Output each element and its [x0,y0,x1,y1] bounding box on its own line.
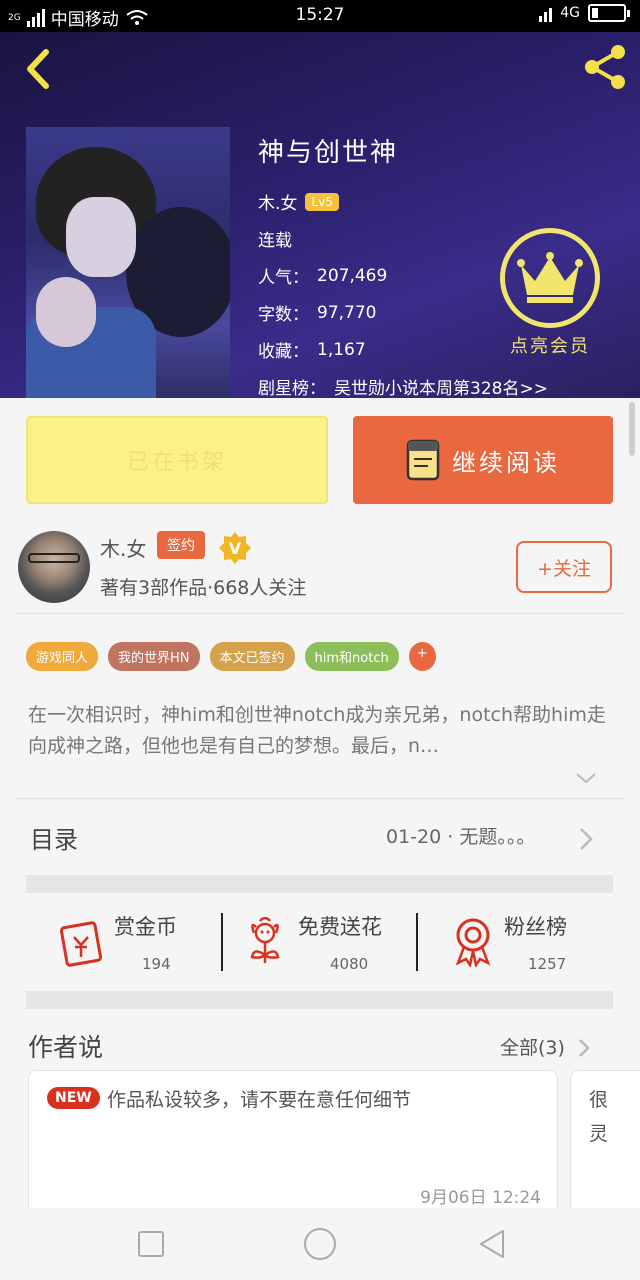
fans-value: 1257 [528,955,567,973]
author-talk-all-link[interactable]: 全部(3) [500,1032,590,1060]
system-nav-bar [0,1208,640,1280]
data-badge: 4G [560,5,580,21]
book-description[interactable]: 在一次相识时，神him和创世神notch成为亲兄弟，notch帮助him走向成神… [28,700,613,762]
popularity-value: 207,469 [317,265,388,286]
rank-label: 剧星榜： [258,379,326,398]
verified-badge-icon: V [219,532,251,564]
tag-1[interactable]: 我的世界HN [108,642,200,671]
book-header: 神与创世神 木.女 Lv5 连载 人气： 207,469 字数： 97,770 收藏：… [0,32,640,398]
toc-label: 目录 [30,826,78,854]
share-icon[interactable] [580,42,630,92]
fan-ranking-button[interactable]: 粉丝榜 1257 [452,905,592,981]
continue-reading-button[interactable]: 继续阅读 [353,416,613,504]
back-icon[interactable] [477,1228,507,1260]
tag-2[interactable]: 本文已签约 [209,642,295,671]
section-gap [26,875,613,893]
medal-icon [455,918,491,967]
tag-list: 游戏同人 我的世界HN 本文已签约 him和notch + [26,642,436,671]
author-name[interactable]: 木.女 [100,533,146,562]
back-arrow-icon[interactable] [18,44,58,94]
next-post-preview: 很灵 [589,1089,609,1145]
send-flower-button[interactable]: 免费送花 4080 [244,905,404,981]
signal-icon-2 [539,4,553,22]
chevron-right-icon [579,1039,590,1057]
words-value: 97,770 [317,302,377,323]
table-of-contents-row[interactable]: 目录 01-20 · 无题。。。 [0,800,640,872]
rank-link[interactable]: 剧星榜： 吴世勋小说本周第328名>> [258,368,548,398]
favorites-value: 1,167 [317,339,366,360]
support-stats: 赏金币 194 免费送花 4080 粉丝榜 1257 [0,893,640,991]
level-badge: Lv5 [305,192,339,211]
tag-more-button[interactable]: + [408,642,436,671]
author-card: 木.女 签约 V 著有3部作品·668人关注 +关注 [0,525,640,613]
all-label: 全部(3) [500,1037,565,1059]
avatar[interactable] [18,531,90,603]
author-talk-heading: 作者说 [28,1033,104,1062]
svg-text:V: V [229,539,242,558]
book-status: 连载 [258,231,292,251]
toc-latest-chapter: 01-20 · 无题。。。 [386,826,536,848]
book-title: 神与创世神 [258,138,399,168]
section-gap [26,991,613,1009]
book-icon [406,439,440,481]
tag-3[interactable]: him和notch [304,642,399,671]
reward-coins-button[interactable]: 赏金币 194 [56,905,196,981]
author-post-card-next[interactable]: 很灵 [570,1070,640,1220]
flower-icon [250,917,280,963]
scrollbar[interactable] [629,402,635,456]
popularity-label: 人气： [258,268,309,288]
home-icon[interactable] [303,1227,337,1261]
fans-label: 粉丝榜 [504,915,567,939]
red-envelope-icon [59,921,103,967]
continue-reading-label: 继续阅读 [452,448,560,477]
rank-text: 吴世勋小说本周第328名>> [334,379,548,398]
chevron-down-icon[interactable] [574,770,598,786]
new-badge: NEW [47,1087,100,1109]
words-label: 字数： [258,305,309,325]
post-date: 9月06日 12:24 [420,1188,541,1208]
divider [16,613,624,614]
recent-apps-icon[interactable] [137,1230,165,1258]
reward-value: 194 [142,955,171,973]
flower-label: 免费送花 [298,915,382,939]
status-bar: 2G 中国移动 15:27 4G [0,0,640,32]
tag-0[interactable]: 游戏同人 [26,642,99,671]
reward-label: 赏金币 [114,915,177,939]
separator [221,913,223,971]
flower-value: 4080 [330,955,369,973]
on-shelf-button[interactable]: 已在书架 [26,416,328,504]
author-subtitle: 著有3部作品·668人关注 [100,577,307,599]
signed-badge: 签约 [157,531,205,559]
separator [416,913,418,971]
book-cover-image[interactable] [26,127,230,398]
vip-button[interactable] [500,228,600,328]
crown-icon [517,252,583,303]
battery-icon [588,4,630,22]
book-author[interactable]: 木.女 [258,189,297,214]
post-text: 作品私设较多，请不要在意任何细节 [107,1089,412,1111]
favorites-label: 收藏： [258,342,309,362]
chevron-right-icon [580,828,593,850]
author-post-card[interactable]: NEW 作品私设较多，请不要在意任何细节 9月06日 12:24 [28,1070,558,1220]
vip-label[interactable]: 点亮会员 [510,332,590,358]
follow-button[interactable]: +关注 [516,541,612,593]
divider [16,798,624,799]
